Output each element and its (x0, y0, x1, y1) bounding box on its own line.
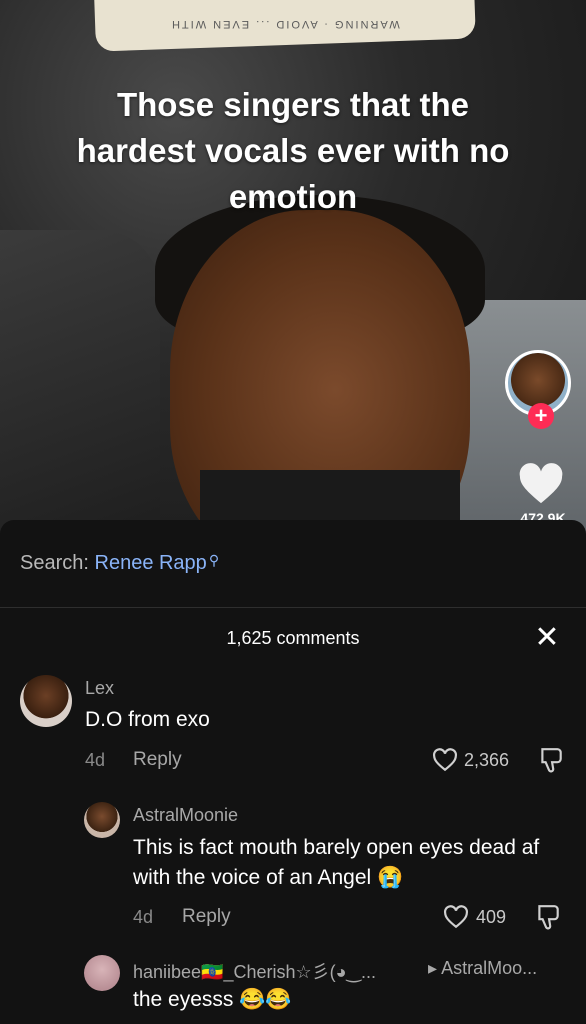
comment-username[interactable]: Lex (85, 678, 114, 699)
close-icon[interactable]: ✕ (533, 623, 561, 653)
reply-to-indicator: ▸ AstralMoo... (428, 958, 537, 979)
reply-to-user[interactable]: AstralMoo... (441, 958, 537, 978)
comments-sheet (0, 520, 586, 1024)
heart-outline-icon[interactable] (443, 905, 469, 929)
dislike-icon[interactable] (535, 903, 561, 931)
dislike-icon[interactable] (538, 746, 564, 774)
avatar[interactable] (84, 955, 120, 991)
search-icon: ⚲ (208, 552, 220, 568)
comment-age: 4d (133, 907, 154, 927)
search-suggestion[interactable]: Search: Renee Rapp ⚲ (20, 552, 219, 575)
visor-text: WARNING · AVOID ... EVEN WITH (170, 18, 400, 30)
comment-username[interactable]: AstralMoonie (133, 805, 238, 826)
caret-right-icon: ▸ (428, 958, 438, 978)
comment-like-count: 2,366 (464, 750, 510, 770)
heart-outline-icon[interactable] (432, 748, 458, 772)
divider (0, 607, 586, 608)
search-term[interactable]: Renee Rapp (95, 552, 207, 574)
comment-username[interactable]: haniibee🇪🇹_Cherish☆彡(◕‿... (133, 958, 413, 984)
heart-icon[interactable] (518, 462, 564, 506)
avatar[interactable] (84, 802, 120, 838)
reply-button[interactable]: Reply (133, 749, 182, 771)
car-pillar (0, 230, 160, 540)
follow-button[interactable]: + (528, 403, 554, 429)
comment-age: 4d (85, 750, 106, 770)
avatar[interactable] (20, 675, 72, 727)
search-prefix: Search: (20, 552, 89, 574)
comment-text: This is fact mouth barely open eyes dead… (133, 836, 540, 889)
reply-button[interactable]: Reply (182, 906, 231, 928)
comment-text: D.O from exo (85, 708, 210, 731)
video-player[interactable]: WARNING · AVOID ... EVEN WITH Those sing… (0, 0, 586, 540)
comment-text: the eyesss 😂😂 (133, 988, 292, 1011)
comment-like-count: 409 (476, 907, 507, 927)
video-caption: Those singers that the hardest vocals ev… (76, 86, 510, 215)
comments-count: 1,625 comments (226, 628, 360, 648)
